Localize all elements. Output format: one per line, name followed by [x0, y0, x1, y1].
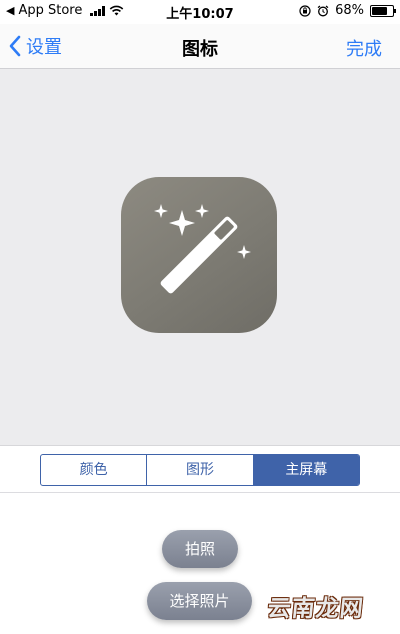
status-right: 68%: [299, 3, 396, 18]
magic-wand-icon: [154, 204, 251, 294]
segment-shape[interactable]: 图形: [147, 455, 254, 485]
alarm-icon: [317, 5, 329, 16]
battery-icon: [370, 4, 396, 17]
navigation-bar: 设置 图标 完成: [0, 24, 400, 69]
segment-color[interactable]: 颜色: [41, 455, 148, 485]
battery-level: [372, 6, 387, 15]
section-divider: [0, 492, 400, 493]
battery-percent: 68%: [335, 3, 364, 18]
orientation-lock-icon: [299, 4, 311, 17]
icon-segmented-control: 颜色 图形 主屏幕: [40, 454, 360, 486]
watermark-logo: 云南龙网: [266, 596, 366, 622]
segment-home-screen[interactable]: 主屏幕: [253, 455, 359, 485]
icon-preview-area: [0, 69, 400, 446]
take-photo-button[interactable]: 拍照: [162, 530, 238, 568]
choose-photo-button[interactable]: 选择照片: [147, 582, 252, 620]
status-bar: ◀ App Store 上午10:07 68%: [0, 0, 400, 24]
app-icon-preview: [121, 177, 277, 333]
done-button[interactable]: 完成: [346, 35, 382, 61]
page-title: 图标: [182, 39, 218, 60]
